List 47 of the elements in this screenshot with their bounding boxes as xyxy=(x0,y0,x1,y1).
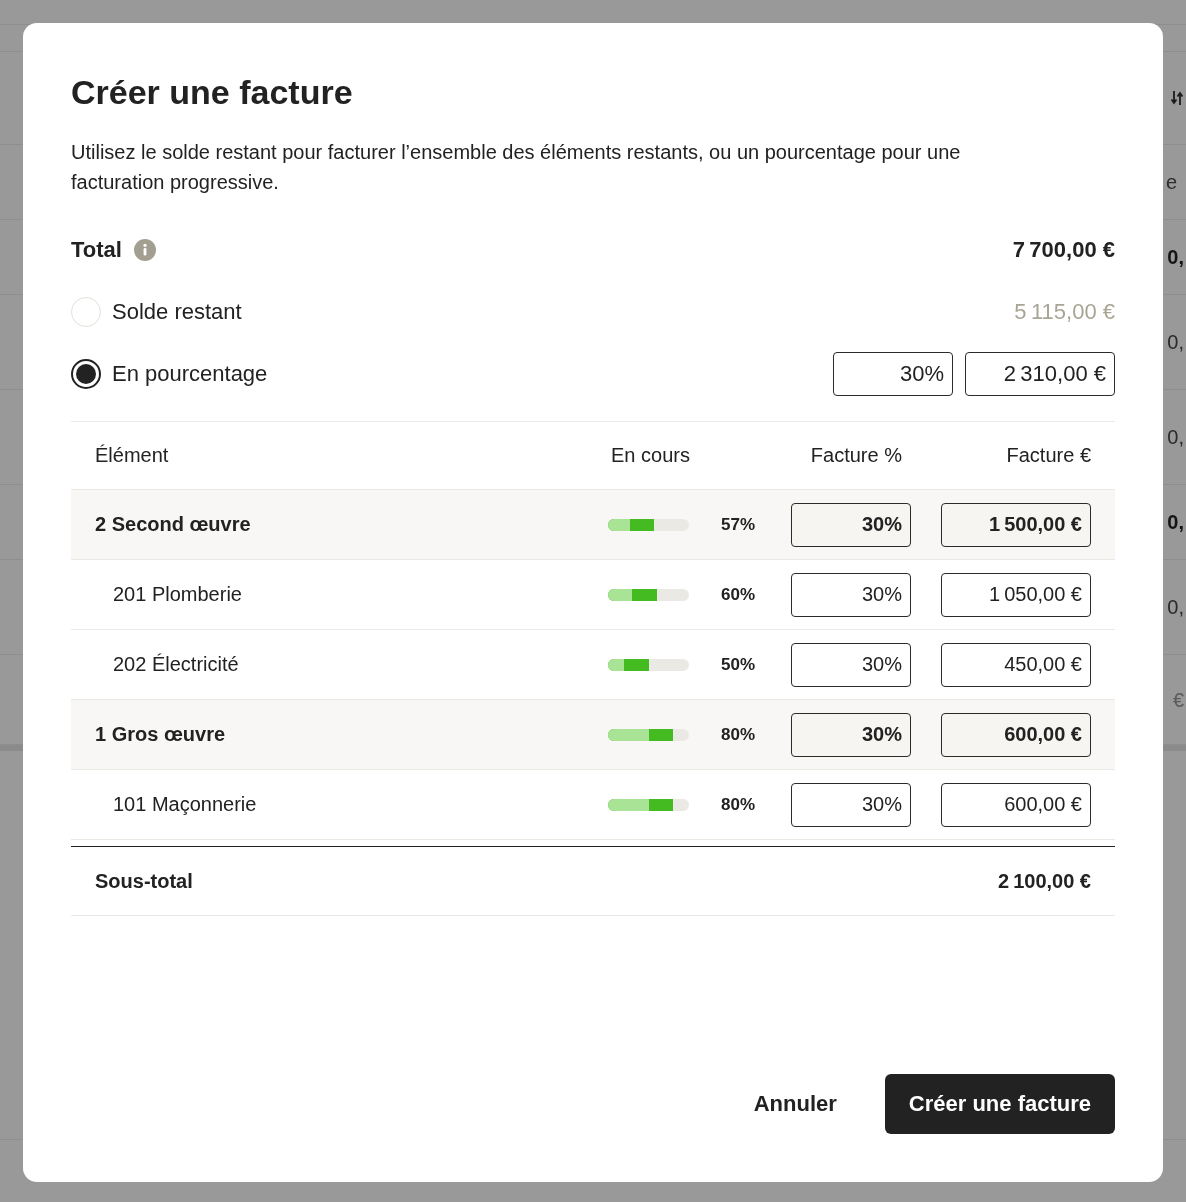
background-text: 0, xyxy=(1167,425,1184,449)
percent-input[interactable]: 30% xyxy=(791,782,911,827)
progress-percent: 50% xyxy=(720,654,755,675)
amount-input[interactable]: 600,00 € xyxy=(941,782,1091,827)
item-label: 101 Maçonnerie xyxy=(112,793,257,816)
amount-input[interactable]: 2 310,00 € xyxy=(965,352,1115,396)
amount-input[interactable]: 450,00 € xyxy=(941,642,1091,687)
submit-button[interactable]: Créer une facture xyxy=(884,1074,1115,1134)
percent-input[interactable]: 30% xyxy=(791,572,911,617)
column-header: Facture € xyxy=(1006,444,1091,467)
column-header: En cours xyxy=(610,444,690,467)
column-header: Facture % xyxy=(810,444,903,467)
progress-percent: 57% xyxy=(720,514,755,535)
item-label: 2 Second œuvre xyxy=(95,513,251,536)
column-header: Élément xyxy=(95,444,169,467)
background-text: 0, xyxy=(1167,510,1184,534)
progress-percent: 80% xyxy=(720,724,755,745)
total-amount: 7 700,00 € xyxy=(1012,237,1115,263)
percent-input[interactable]: 30% xyxy=(791,502,911,547)
radio-button[interactable] xyxy=(71,359,101,389)
progress-percent: 80% xyxy=(720,794,755,815)
item-label: 202 Électricité xyxy=(112,653,239,676)
item-label: 1 Gros œuvre xyxy=(95,723,226,746)
percent-input[interactable]: 30% xyxy=(791,642,911,687)
dialog-description: Utilisez le solde restant pour facturer l’ensemble des éléments restants, ou un pourcentage pour une facturation progressive. xyxy=(71,140,962,195)
background-text: 0, xyxy=(1167,330,1184,354)
option-label: Solde restant xyxy=(112,299,242,325)
amount-input[interactable]: 1 050,00 € xyxy=(941,572,1091,617)
amount-input[interactable]: 600,00 € xyxy=(941,712,1091,757)
background-text: e xyxy=(1165,170,1178,194)
percent-input[interactable]: 30% xyxy=(791,712,911,757)
background-text: € xyxy=(1172,687,1184,712)
dialog-title: Créer une facture xyxy=(71,72,353,113)
amount-input[interactable]: 1 500,00 € xyxy=(941,502,1091,547)
cancel-button[interactable]: Annuler xyxy=(737,1074,853,1134)
background-text: 0, xyxy=(1167,245,1184,269)
subtotal-amount: 2 100,00 € xyxy=(998,869,1091,893)
info-icon[interactable] xyxy=(133,239,156,261)
total-label: Total xyxy=(71,237,122,263)
sort-icon[interactable] xyxy=(1171,90,1183,106)
background-text: 0, xyxy=(1167,595,1184,619)
remaining-amount: 5 115,00 € xyxy=(1014,299,1115,325)
percent-input[interactable]: 30% xyxy=(833,352,953,396)
subtotal-label: Sous-total xyxy=(95,869,193,893)
progress-percent: 60% xyxy=(720,584,755,605)
item-label: 201 Plomberie xyxy=(112,583,242,606)
option-label: En pourcentage xyxy=(112,361,268,387)
